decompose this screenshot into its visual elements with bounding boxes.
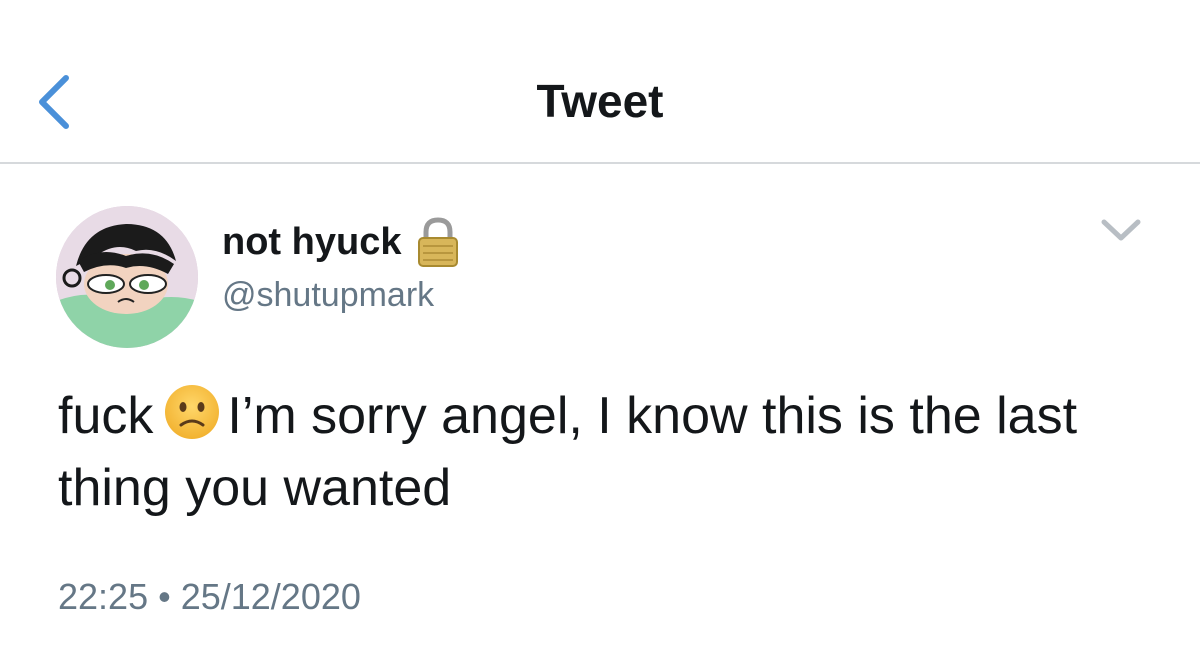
tweet-text-start: fuck bbox=[58, 387, 154, 445]
tweet-text: fuck I’m sorry angel, I know this is the… bbox=[58, 380, 1158, 524]
slightly-frowning-face-icon bbox=[165, 385, 220, 439]
tweet-timestamp: 22:25 • 25/12/2020 bbox=[58, 576, 361, 618]
tweet-time: 22:25 bbox=[58, 576, 149, 617]
author-name-row: not hyuck bbox=[222, 216, 461, 268]
chevron-down-icon bbox=[1101, 219, 1141, 241]
author-name[interactable]: not hyuck bbox=[222, 221, 401, 264]
avatar-image bbox=[56, 206, 198, 348]
lock-icon bbox=[418, 217, 459, 267]
page-title: Tweet bbox=[536, 75, 664, 127]
tweet-date: 25/12/2020 bbox=[180, 576, 361, 617]
avatar[interactable] bbox=[56, 206, 198, 348]
timestamp-separator: • bbox=[158, 576, 171, 617]
tweet-menu-button[interactable] bbox=[1096, 212, 1146, 248]
top-navigation-bar: Tweet bbox=[0, 0, 1200, 164]
author-handle[interactable]: @shutupmark bbox=[222, 276, 434, 315]
